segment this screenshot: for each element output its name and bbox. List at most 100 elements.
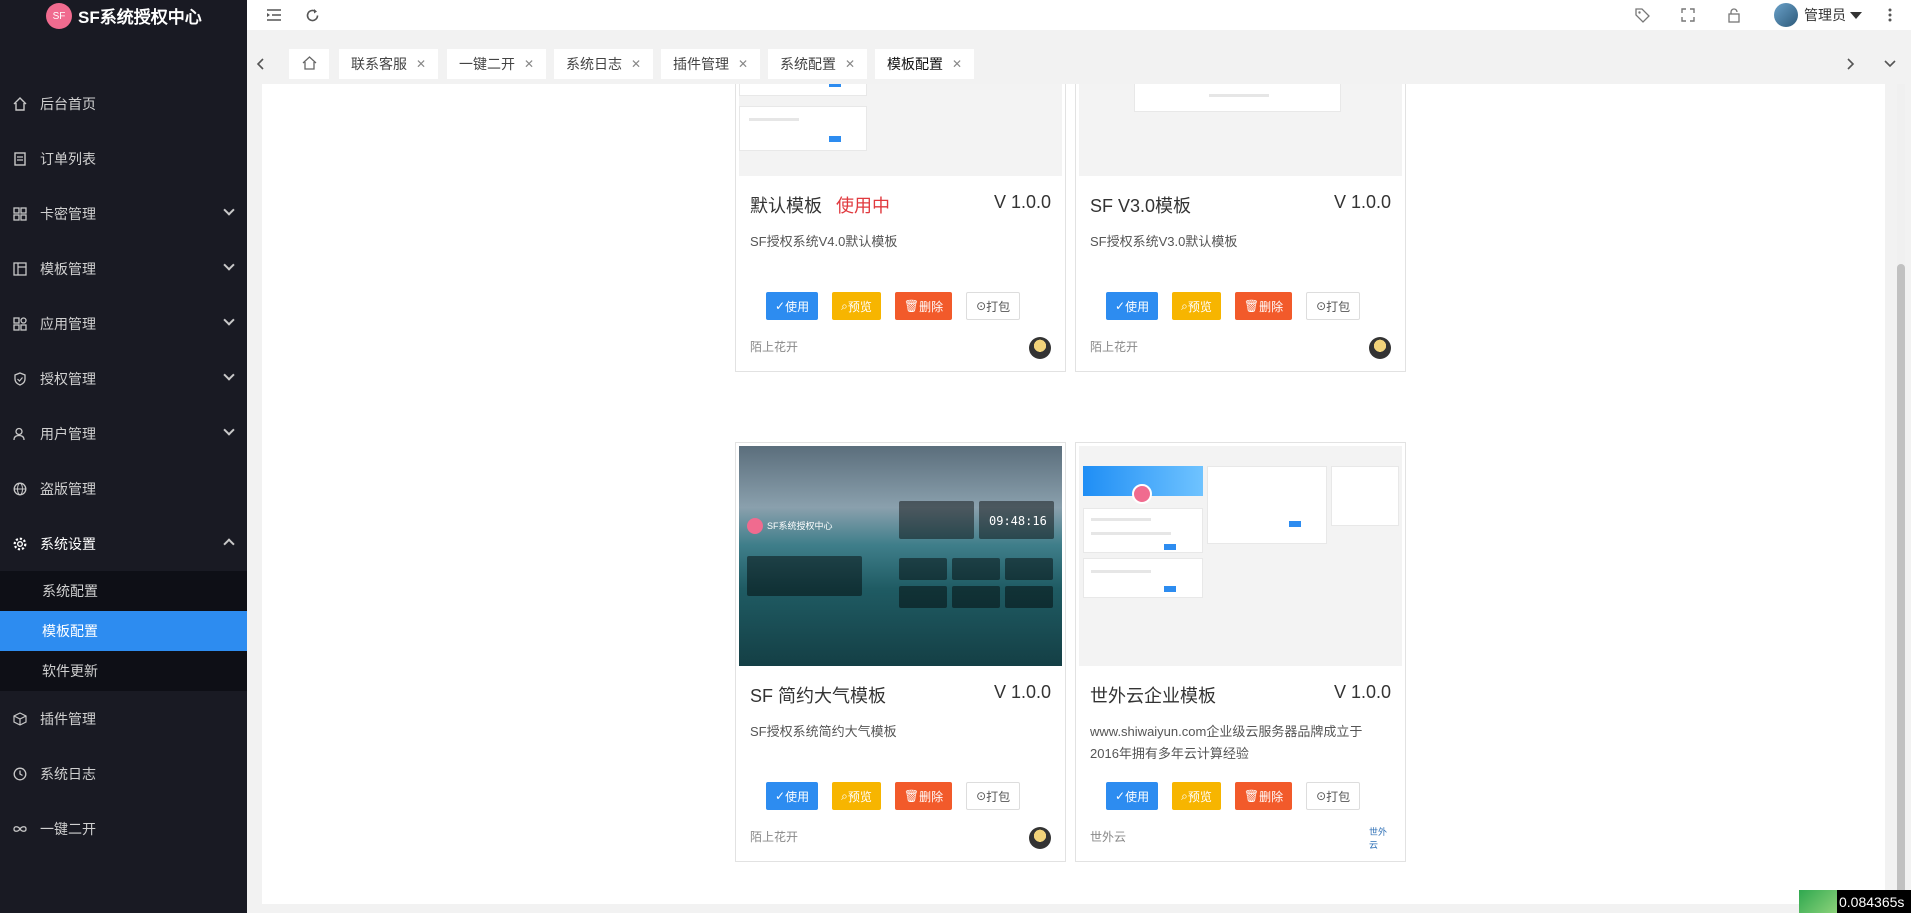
preview-button[interactable]: ⌕ 预览 (1172, 292, 1221, 320)
sidebar-item-templates[interactable]: 模板管理 (0, 241, 247, 296)
trash-icon: 🗑 (903, 789, 920, 803)
template-version: V 1.0.0 (993, 682, 1051, 702)
sidebar-item-label: 系统日志 (40, 765, 96, 782)
template-author: 陌上花开 (750, 830, 799, 844)
close-icon[interactable]: ✕ (524, 57, 534, 71)
download-icon: ⊙ (976, 299, 987, 313)
sidebar-item-auth[interactable]: 授权管理 (0, 351, 247, 406)
use-button[interactable]: ✓ 使用 (766, 292, 819, 320)
refresh-icon[interactable] (303, 6, 321, 24)
delete-button[interactable]: 🗑 删除 (894, 782, 953, 810)
tab-fork[interactable]: 一键二开 ✕ (447, 49, 547, 79)
template-description: SF授权系统V4.0默认模板 (750, 234, 898, 249)
sidebar-item-label: 盗版管理 (40, 480, 96, 497)
tag-icon[interactable] (1633, 6, 1651, 24)
sidebar-item-apps[interactable]: 应用管理 (0, 296, 247, 351)
tab-logs[interactable]: 系统日志 ✕ (554, 49, 654, 79)
scrollbar-thumb[interactable] (1897, 264, 1905, 904)
card-actions: ✓ 使用 ⌕ 预览 🗑 删除 ⊙ 打包 (766, 292, 1021, 320)
sidebar-item-label: 用户管理 (40, 425, 96, 442)
trash-icon: 🗑 (903, 299, 920, 313)
logo[interactable]: SF SF系统授权中心 (0, 0, 247, 30)
sidebar-subitem-software-update[interactable]: 软件更新 (0, 651, 247, 691)
tab-plugins[interactable]: 插件管理 ✕ (661, 49, 761, 79)
tab-system-config[interactable]: 系统配置 ✕ (768, 49, 868, 79)
sidebar-item-piracy[interactable]: 盗版管理 (0, 461, 247, 516)
sidebar-item-settings[interactable]: 系统设置 (0, 516, 247, 571)
close-icon[interactable]: ✕ (416, 57, 426, 71)
author-avatar (1029, 337, 1051, 359)
sidebar-item-cards[interactable]: 卡密管理 (0, 186, 247, 241)
more-vertical-icon[interactable] (1881, 6, 1899, 24)
author-avatar (1369, 337, 1391, 359)
menu-collapse-icon[interactable] (265, 6, 283, 24)
sidebar-item-fork[interactable]: 一键二开 (0, 801, 247, 856)
template-thumbnail[interactable] (1079, 446, 1402, 666)
template-thumbnail[interactable] (739, 84, 1062, 176)
delete-button[interactable]: 🗑 删除 (894, 292, 953, 320)
sidebar-item-label: 模板管理 (40, 260, 96, 277)
fullscreen-icon[interactable] (1679, 6, 1697, 24)
timer-bar (1799, 890, 1837, 913)
template-author: 世外云 (1090, 830, 1127, 844)
template-title: 默认模板 使用中 (750, 196, 890, 216)
search-icon: ⌕ (1181, 788, 1188, 803)
card-actions: ✓ 使用 ⌕ 预览 🗑 删除 ⊙ 打包 (1106, 292, 1361, 320)
sidebar-item-label: 卡密管理 (40, 205, 96, 222)
settings-submenu: 系统配置 模板配置 软件更新 (0, 571, 247, 691)
tab-template-config[interactable]: 模板配置 ✕ (875, 49, 975, 79)
check-icon: ✓ (775, 789, 786, 803)
sidebar-subitem-system-config[interactable]: 系统配置 (0, 571, 247, 611)
tab-scroll-left-icon[interactable] (247, 44, 273, 84)
template-card: SF V3.0模板 V 1.0.0 SF授权系统V3.0默认模板 ✓ 使用 ⌕ 预览… (1075, 84, 1406, 372)
template-version: V 1.0.0 (1333, 192, 1391, 212)
check-icon: ✓ (1115, 789, 1126, 803)
scrollbar[interactable] (1897, 84, 1905, 904)
avatar (1774, 3, 1798, 27)
pack-button[interactable]: ⊙ 打包 (966, 782, 1021, 810)
debug-timer: 0.084365s (1799, 890, 1911, 913)
trash-icon: 🗑 (1243, 299, 1260, 313)
lock-icon[interactable] (1725, 6, 1743, 24)
delete-button[interactable]: 🗑 删除 (1234, 292, 1293, 320)
user-menu[interactable]: 管理员 (1774, 3, 1862, 27)
cube-icon (12, 711, 28, 727)
sidebar-menu: 后台首页 订单列表 卡密管理 模板管理 应用管理 授权管理 用户管理 盗版管理 … (0, 76, 247, 856)
preview-button[interactable]: ⌕ 预览 (1172, 782, 1221, 810)
sidebar-item-plugins[interactable]: 插件管理 (0, 691, 247, 746)
sidebar-item-label: 插件管理 (40, 710, 96, 727)
template-thumbnail[interactable]: SF系统授权中心 09:48:16 (739, 446, 1062, 666)
preview-button[interactable]: ⌕ 预览 (832, 782, 881, 810)
close-icon[interactable]: ✕ (845, 57, 855, 71)
sidebar-item-orders[interactable]: 订单列表 (0, 131, 247, 186)
use-button[interactable]: ✓ 使用 (1106, 782, 1159, 810)
close-icon[interactable]: ✕ (631, 57, 641, 71)
sidebar-item-users[interactable]: 用户管理 (0, 406, 247, 461)
pack-button[interactable]: ⊙ 打包 (1306, 292, 1361, 320)
sidebar-subitem-template-config[interactable]: 模板配置 (0, 611, 247, 651)
search-icon: ⌕ (841, 788, 848, 803)
use-button[interactable]: ✓ 使用 (766, 782, 819, 810)
author-avatar (1029, 827, 1051, 849)
use-button[interactable]: ✓ 使用 (1106, 292, 1159, 320)
sidebar-item-label: 授权管理 (40, 370, 96, 387)
tab-scroll-right-icon[interactable] (1838, 44, 1864, 84)
tab-menu-chevron-icon[interactable] (1877, 44, 1903, 84)
tab-label: 联系客服 (351, 56, 407, 72)
apps-icon (12, 316, 28, 332)
template-description: SF授权系统V3.0默认模板 (1090, 234, 1238, 249)
delete-button[interactable]: 🗑 删除 (1234, 782, 1293, 810)
close-icon[interactable]: ✕ (952, 57, 962, 71)
template-thumbnail[interactable] (1079, 84, 1402, 176)
template-card: 世外云企业模板 V 1.0.0 www.shiwaiyun.com企业级云服务器… (1075, 442, 1406, 862)
template-version: V 1.0.0 (993, 192, 1051, 212)
pack-button[interactable]: ⊙ 打包 (1306, 782, 1361, 810)
pack-button[interactable]: ⊙ 打包 (966, 292, 1021, 320)
tab-contact[interactable]: 联系客服 ✕ (339, 49, 439, 79)
sidebar-item-logs[interactable]: 系统日志 (0, 746, 247, 801)
sidebar-item-home[interactable]: 后台首页 (0, 76, 247, 131)
tab-label: 插件管理 (673, 56, 729, 72)
close-icon[interactable]: ✕ (738, 57, 748, 71)
tab-home[interactable] (289, 49, 329, 79)
preview-button[interactable]: ⌕ 预览 (832, 292, 881, 320)
